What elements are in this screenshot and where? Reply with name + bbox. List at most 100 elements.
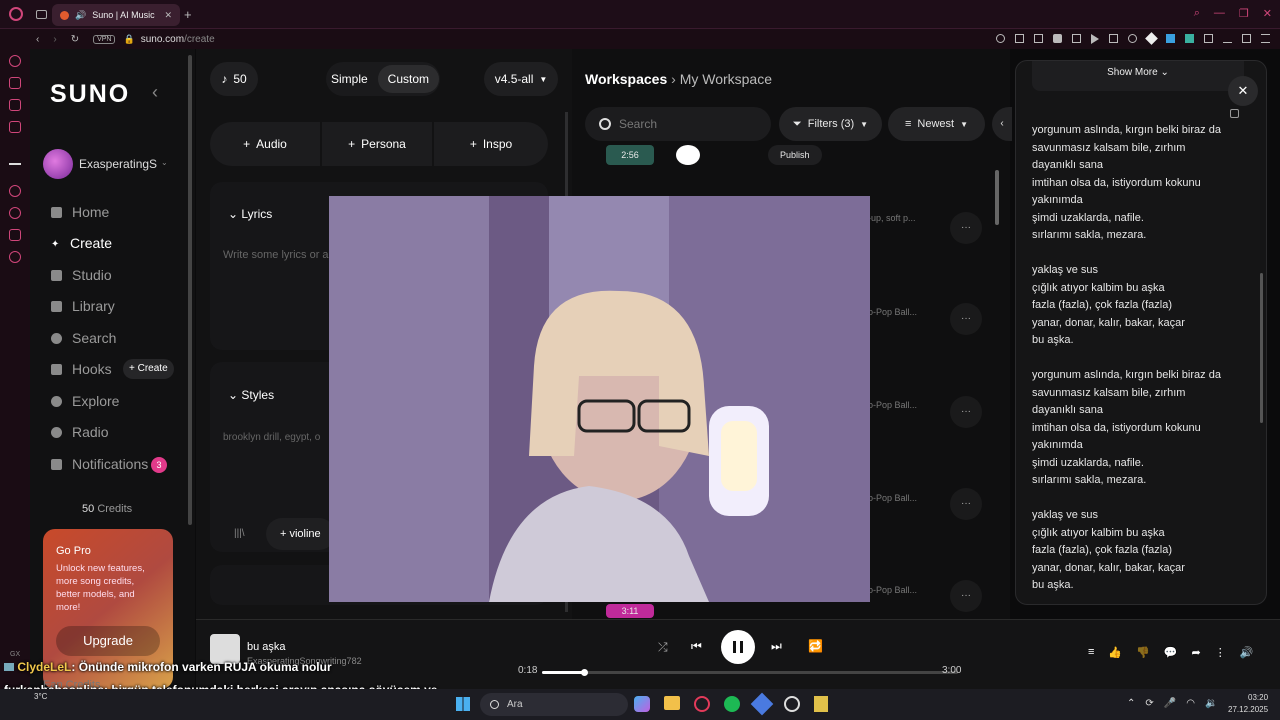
nav-radio[interactable]: Radio [51,424,109,440]
close-panel-button[interactable]: ✕ [1228,76,1258,106]
nav-library[interactable]: Library [51,298,115,314]
more-options-button[interactable]: ··· [950,396,982,428]
suno-logo[interactable]: SUNO [50,80,130,109]
shield-icon[interactable] [1053,34,1062,43]
scroll-left-button[interactable]: ‹ [992,107,1012,141]
more-options-button[interactable]: ··· [950,580,982,612]
collapse-sidebar-icon[interactable]: ‹ [152,82,158,103]
start-icon[interactable] [456,697,470,711]
zoom-icon[interactable] [996,34,1005,43]
heart-icon[interactable] [1128,34,1137,43]
more-options-button[interactable]: ··· [950,488,982,520]
menu-icon[interactable] [1261,34,1270,43]
spotify-icon[interactable] [724,696,740,712]
style-tag-violine[interactable]: + violine [266,518,335,550]
publish-button[interactable]: Publish [768,145,822,165]
rail-settings-icon[interactable] [9,251,21,263]
ext-teal-icon[interactable] [1185,34,1194,43]
more-options-button[interactable]: ··· [950,303,982,335]
mode-simple-button[interactable]: Simple [327,72,372,86]
previous-icon[interactable]: ⏮ [691,639,702,654]
workspace-scrollbar[interactable] [995,170,999,225]
close-window-icon[interactable]: ✕ [1263,7,1272,20]
sidebar-scrollbar[interactable] [188,55,192,525]
rail-box-icon[interactable] [9,99,21,111]
share-icon[interactable]: ➦ [1192,646,1201,659]
styles-library-icon[interactable]: |||\ [234,528,245,539]
rail-clock-icon[interactable] [9,207,21,219]
dislike-icon[interactable]: 👎 [1136,646,1150,659]
like-icon[interactable]: 👍 [1108,646,1122,659]
workspace-search[interactable]: Search [585,107,771,141]
app-yellow-icon[interactable] [814,696,828,712]
show-more-button[interactable]: Show More ⌄ [1032,61,1244,91]
more-options-button[interactable]: ··· [950,212,982,244]
lyrics-input[interactable]: Write some lyrics or a [223,249,329,261]
clock-date[interactable]: 27.12.2025 [1228,705,1268,714]
ext-white-icon[interactable] [1145,32,1158,45]
volume-icon[interactable]: 🔊 [1240,646,1254,659]
breadcrumb-current[interactable]: My Workspace [680,71,772,87]
copilot-icon[interactable] [634,696,650,712]
upgrade-button[interactable]: Upgrade [56,626,160,656]
download-icon[interactable] [1223,34,1232,43]
styles-input[interactable]: brooklyn drill, egypt, o [223,432,320,443]
reload-icon[interactable]: ↻ [71,34,79,45]
clock-time[interactable]: 03:20 [1248,693,1268,702]
user-avatar[interactable] [43,149,73,179]
speaker-icon[interactable]: 🔊 [75,10,86,21]
cube-icon[interactable] [1109,34,1118,43]
ext-blue-icon[interactable] [1166,34,1175,43]
minimize-icon[interactable]: — [1214,7,1225,20]
url-host[interactable]: suno.com [141,34,184,45]
vpn-badge[interactable]: VPN [93,34,116,44]
user-name[interactable]: ExasperatingS [79,157,157,171]
add-persona-button[interactable]: + Persona [322,122,432,166]
tray-mic-icon[interactable]: 🎤 [1164,698,1176,709]
rail-suno-icon[interactable] [9,153,21,165]
next-icon[interactable]: ⏭ [771,639,782,654]
ext-puzzle-icon[interactable] [1204,34,1213,43]
nav-hooks[interactable]: Hooks [51,361,112,377]
play-icon[interactable] [1091,34,1099,44]
tray-sync-icon[interactable]: ⟳ [1145,698,1153,709]
forward-icon[interactable]: › [53,34,56,45]
new-tab-button[interactable]: + [184,7,192,22]
workspace-search-input[interactable]: Search [619,117,657,131]
model-select[interactable]: v4.5-all ▼ [484,62,558,96]
url-path[interactable]: /create [184,34,215,45]
nav-studio[interactable]: Studio [51,267,112,283]
weather-temp[interactable]: 3°C [34,692,47,701]
play-icon[interactable] [676,145,700,165]
opera-gx-icon[interactable] [694,696,710,712]
nav-search[interactable]: Search [51,330,116,346]
progress-knob[interactable] [580,669,588,676]
user-menu-chevron-icon[interactable]: ⌄ [161,158,168,167]
hooks-create-button[interactable]: + Create [123,359,174,379]
wallet-icon[interactable] [1242,34,1251,43]
nav-home[interactable]: Home [51,204,109,220]
song-row[interactable]: 2:56 Publish [606,145,1006,165]
pause-button[interactable] [721,630,755,664]
taskbar-search[interactable]: Ara [480,693,628,716]
lyrics-toggle[interactable]: ⌄ Lyrics [228,207,272,221]
more-icon[interactable]: ⋮ [1215,646,1226,659]
progress-track[interactable] [542,669,958,676]
filters-button[interactable]: ⏷ Filters (3) ▼ [779,107,882,141]
comment-icon[interactable]: 💬 [1164,646,1178,659]
obs-icon[interactable] [784,696,800,712]
queue-icon[interactable]: ≡ [1088,646,1094,659]
styles-toggle[interactable]: ⌄ Styles [228,388,274,402]
sort-button[interactable]: ≡ Newest ▼ [888,107,985,141]
copy-icon[interactable] [1230,109,1239,118]
tab-close-icon[interactable]: ✕ [164,10,172,21]
opera-logo-icon[interactable] [9,7,23,21]
nav-explore[interactable]: Explore [51,393,119,409]
maximize-icon[interactable]: ❐ [1239,7,1249,20]
nav-create[interactable]: ✦ Create [51,235,112,251]
tray-chevron-icon[interactable]: ⌃ [1127,698,1135,709]
tray-volume-icon[interactable]: 🔉 [1205,698,1217,709]
credits-pill[interactable]: ♪ 50 [210,62,258,96]
back-icon[interactable]: ‹ [36,34,39,45]
tab-switcher-icon[interactable] [36,10,47,19]
